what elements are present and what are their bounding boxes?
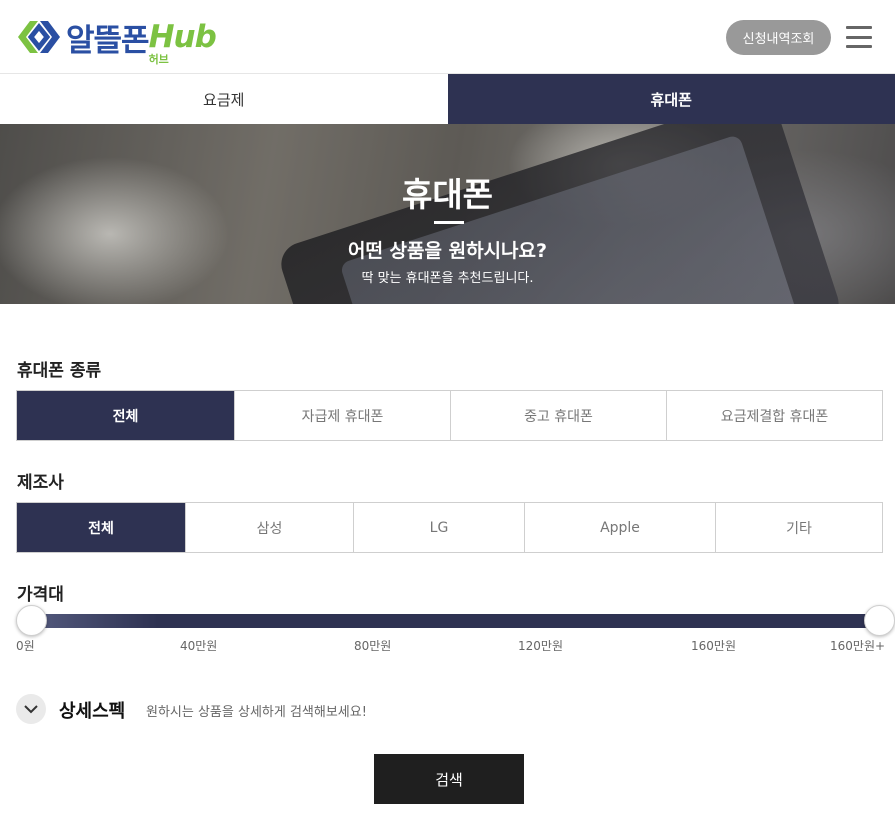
price-tick: 160만원+ [830, 639, 886, 653]
manufacturer-option-all[interactable]: 전체 [17, 503, 185, 552]
category-tabs: 요금제 휴대폰 [0, 74, 895, 124]
manufacturer-label: 제조사 [17, 473, 64, 493]
phone-type-label: 휴대폰 종류 [17, 361, 102, 381]
price-tick: 120만원 [518, 639, 563, 653]
tab-phones[interactable]: 휴대폰 [447, 74, 895, 124]
manufacturer-option-lg[interactable]: LG [353, 503, 524, 552]
detail-spec-description: 원하시는 상품을 상세하게 검색해보세요! [146, 705, 367, 720]
menu-bar [846, 26, 872, 29]
phone-type-options: 전체 자급제 휴대폰 중고 휴대폰 요금제결합 휴대폰 [16, 390, 883, 441]
phone-type-option-used[interactable]: 중고 휴대폰 [450, 391, 666, 440]
logo-hub-label: Hub [148, 19, 217, 55]
banner-description: 딱 맞는 휴대폰을 추천드립니다. [361, 271, 534, 286]
price-range-label: 가격대 [17, 585, 64, 605]
chevron-down-icon [24, 705, 38, 714]
price-tick: 40만원 [180, 639, 218, 653]
price-slider-ticks: 0원 40만원 80만원 120만원 160만원 160만원+ [0, 637, 895, 655]
search-button[interactable]: 검색 [374, 754, 524, 804]
manufacturer-option-samsung[interactable]: 삼성 [185, 503, 353, 552]
price-tick: 0원 [16, 639, 35, 653]
logo-mark-icon [18, 21, 60, 53]
manufacturer-options: 전체 삼성 LG Apple 기타 [16, 502, 883, 553]
menu-bar [846, 45, 872, 48]
banner-subtitle: 어떤 상품을 원하시나요? [347, 240, 548, 262]
tab-plans[interactable]: 요금제 [0, 74, 448, 124]
phone-type-option-all[interactable]: 전체 [17, 391, 234, 440]
order-history-button[interactable]: 신청내역조회 [726, 20, 831, 55]
site-logo[interactable]: 알뜰폰 Hub 허브 [16, 14, 217, 66]
banner-divider [434, 221, 464, 224]
price-slider-min-handle[interactable] [16, 605, 47, 636]
logo-sub-text: 허브 [148, 53, 169, 66]
phone-type-option-bundle[interactable]: 요금제결합 휴대폰 [666, 391, 882, 440]
site-header: 알뜰폰 Hub 허브 신청내역조회 [0, 0, 895, 74]
phone-type-option-unlocked[interactable]: 자급제 휴대폰 [234, 391, 450, 440]
manufacturer-option-other[interactable]: 기타 [715, 503, 882, 552]
manufacturer-option-apple[interactable]: Apple [524, 503, 715, 552]
detail-spec-toggle[interactable] [16, 694, 46, 724]
hamburger-menu-icon[interactable] [846, 26, 872, 48]
hero-banner: 휴대폰 어떤 상품을 원하시나요? 딱 맞는 휴대폰을 추천드립니다. [0, 124, 895, 304]
price-slider-track[interactable] [31, 614, 880, 628]
detail-spec-title[interactable]: 상세스펙 [59, 697, 125, 723]
logo-text: 알뜰폰 [66, 22, 150, 59]
banner-title: 휴대폰 [401, 175, 494, 214]
price-slider-max-handle[interactable] [864, 605, 895, 636]
logo-hub-text: Hub 허브 [148, 19, 217, 66]
price-tick: 160만원 [691, 639, 736, 653]
price-tick: 80만원 [354, 639, 392, 653]
menu-bar [846, 35, 872, 39]
